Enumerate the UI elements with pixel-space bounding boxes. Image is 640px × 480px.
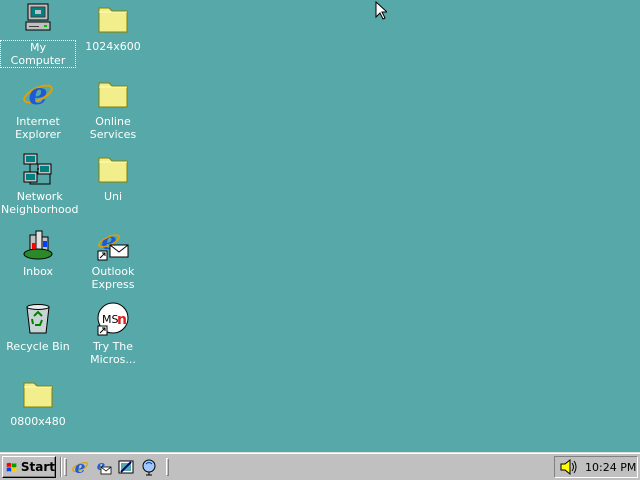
folder-icon: [21, 377, 55, 411]
quick-launch-internet-explorer[interactable]: e: [70, 458, 90, 476]
inbox-icon: [21, 227, 55, 261]
icon-label: Recycle Bin: [6, 340, 70, 353]
desktop-icon-outlook-express[interactable]: e Outlook Express: [75, 227, 151, 297]
icon-label: 0800x480: [10, 415, 66, 428]
taskbar: Start e e 10:24 PM: [0, 452, 640, 480]
icon-label: My Computer: [0, 40, 76, 68]
quick-launch-channels[interactable]: [139, 458, 159, 476]
svg-text:e: e: [28, 77, 47, 111]
desktop-icon-recycle-bin[interactable]: Recycle Bin: [0, 302, 76, 372]
channels-icon: [142, 459, 156, 476]
quick-launch-outlook-express[interactable]: e: [93, 458, 113, 476]
clock[interactable]: 10:24 PM: [585, 461, 636, 474]
icon-label: Network Neighborhood: [1, 190, 79, 216]
icon-label: Inbox: [22, 265, 54, 278]
outlook-express-icon: e: [96, 227, 130, 261]
network-neighborhood-icon: [21, 152, 55, 186]
icon-label: 1024x600: [85, 40, 141, 53]
taskbar-separator: [60, 457, 62, 477]
desktop-icon-inbox[interactable]: Inbox: [0, 227, 76, 297]
desktop-icon-folder-1024x600[interactable]: 1024x600: [75, 2, 151, 72]
quick-launch-show-desktop[interactable]: [116, 458, 136, 476]
icon-label: Uni: [103, 190, 123, 203]
folder-icon: [96, 2, 130, 36]
internet-explorer-icon: e: [21, 77, 55, 111]
desktop-icon-network-neighborhood[interactable]: Network Neighborhood: [0, 152, 79, 222]
desktop[interactable]: My Computer 1024x600 e Internet Explorer: [0, 0, 640, 452]
start-button[interactable]: Start: [2, 456, 56, 478]
folder-icon: [96, 152, 130, 186]
show-desktop-icon: [118, 460, 134, 474]
desktop-icon-folder-uni[interactable]: Uni: [75, 152, 151, 222]
desktop-icon-folder-0800x480[interactable]: 0800x480: [0, 377, 76, 447]
msn-icon: MS n: [96, 302, 130, 336]
icon-label: Online Services: [89, 115, 137, 141]
my-computer-icon: [21, 2, 55, 36]
desktop-icon-my-computer[interactable]: My Computer: [0, 2, 76, 72]
folder-icon: [96, 77, 130, 111]
icon-label: Outlook Express: [91, 265, 135, 291]
windows-logo-icon: [6, 462, 17, 472]
start-label: Start: [20, 460, 55, 474]
quick-launch-grip[interactable]: [64, 458, 67, 476]
internet-explorer-icon: e: [72, 458, 88, 476]
svg-text:n: n: [117, 312, 127, 328]
desktop-icon-msn[interactable]: MS n Try The Micros...: [75, 302, 151, 372]
speaker-icon[interactable]: [559, 459, 577, 475]
system-tray: 10:24 PM: [554, 456, 638, 478]
mouse-cursor-icon: [375, 1, 387, 20]
taskbar-grip[interactable]: [166, 458, 169, 476]
outlook-express-icon: e: [97, 459, 112, 475]
icon-label: Try The Micros...: [90, 340, 136, 366]
desktop-icon-folder-online-services[interactable]: Online Services: [75, 77, 151, 147]
desktop-icon-internet-explorer[interactable]: e Internet Explorer: [0, 77, 76, 147]
recycle-bin-icon: [21, 302, 55, 336]
svg-text:e: e: [75, 458, 86, 476]
icon-label: Internet Explorer: [15, 115, 61, 141]
